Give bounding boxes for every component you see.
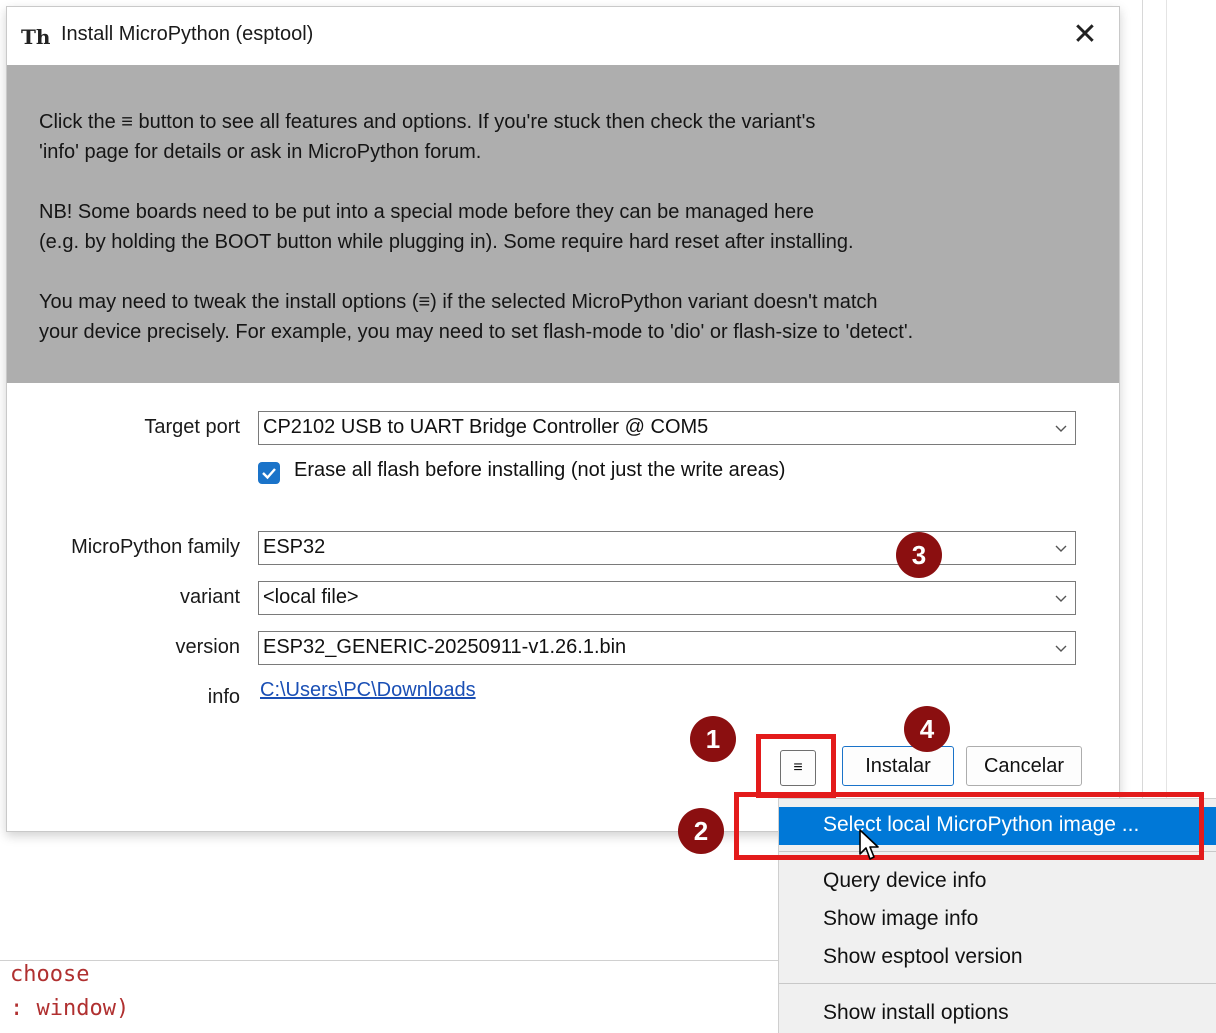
info-text: Click the ≡ button to see all features a…: [39, 111, 816, 133]
code-line: choose: [10, 962, 90, 987]
menu-item-show-image-info[interactable]: Show image info: [823, 907, 978, 931]
annotation-badge-2: 2: [678, 808, 724, 854]
info-text: NB! Some boards need to be put into a sp…: [39, 201, 814, 223]
erase-flash-checkbox[interactable]: [258, 462, 280, 484]
menu-item-show-esptool-version[interactable]: Show esptool version: [823, 945, 1023, 969]
version-value: ESP32_GENERIC-20250911-v1.26.1.bin: [263, 636, 627, 658]
close-button[interactable]: ✕: [1065, 15, 1105, 55]
chevron-down-icon: [1055, 595, 1067, 602]
menu-separator: [779, 983, 1216, 984]
variant-label: variant: [179, 586, 240, 608]
info-panel: Click the ≡ button to see all features a…: [7, 65, 1119, 383]
target-port-value: CP2102 USB to UART Bridge Controller @ C…: [263, 416, 709, 438]
family-select[interactable]: ESP32: [258, 531, 1076, 565]
info-label: info: [207, 686, 240, 708]
checkmark-icon: [262, 468, 276, 480]
variant-value: <local file>: [263, 586, 359, 608]
annotation-box-select-image: [734, 792, 1204, 860]
titlebar: Th Install MicroPython (esptool) ✕: [7, 7, 1119, 65]
info-text: You may need to tweak the install option…: [39, 291, 878, 313]
info-text: 'info' page for details or ask in MicroP…: [39, 141, 482, 163]
annotation-badge-1: 1: [690, 716, 736, 762]
info-text: (e.g. by holding the BOOT button while p…: [39, 231, 854, 253]
variant-select[interactable]: <local file>: [258, 581, 1076, 615]
target-port-select[interactable]: CP2102 USB to UART Bridge Controller @ C…: [258, 411, 1076, 445]
annotation-badge-3: 3: [896, 532, 942, 578]
menu-item-show-install-options[interactable]: Show install options: [823, 1001, 1009, 1025]
editor-divider: [1142, 0, 1143, 830]
family-value: ESP32: [263, 536, 326, 558]
code-line: : window): [10, 996, 130, 1021]
annotation-badge-4: 4: [904, 706, 950, 752]
target-port-label: Target port: [144, 416, 240, 438]
version-select[interactable]: ESP32_GENERIC-20250911-v1.26.1.bin: [258, 631, 1076, 665]
info-link[interactable]: C:\Users\PC\Downloads: [260, 679, 476, 702]
family-label: MicroPython family: [71, 536, 240, 558]
thonny-app-icon: Th: [21, 25, 51, 49]
install-button[interactable]: Instalar: [842, 746, 954, 786]
chevron-down-icon: [1055, 645, 1067, 652]
cancel-button[interactable]: Cancelar: [966, 746, 1082, 786]
dialog-title: Install MicroPython (esptool): [61, 23, 314, 45]
mouse-cursor-icon: [859, 829, 879, 860]
info-text: your device precisely. For example, you …: [39, 321, 914, 343]
editor-divider: [0, 960, 780, 961]
annotation-box-menu-button: [756, 734, 836, 798]
menu-item-query-device-info[interactable]: Query device info: [823, 869, 986, 893]
chevron-down-icon: [1055, 545, 1067, 552]
erase-flash-label[interactable]: Erase all flash before installing (not j…: [294, 459, 785, 482]
editor-divider: [1166, 0, 1167, 830]
chevron-down-icon: [1055, 425, 1067, 432]
version-label: version: [175, 636, 240, 658]
